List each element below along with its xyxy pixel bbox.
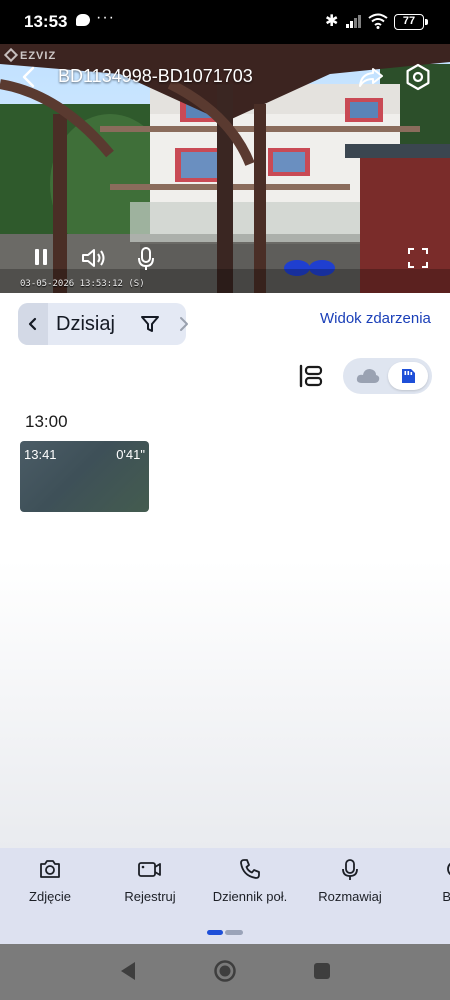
nav-back-icon[interactable]: [118, 960, 138, 982]
date-selector: Dzisiaj: [18, 303, 188, 345]
sd-card-icon: [402, 369, 415, 383]
content-background: [0, 560, 450, 848]
pause-icon[interactable]: [31, 246, 51, 268]
back-arrow-icon[interactable]: [18, 64, 40, 90]
call-log-button[interactable]: Dziennik poł.: [205, 848, 295, 928]
event-view-link[interactable]: Widok zdarzenia: [320, 310, 431, 327]
record-button[interactable]: Rejestruj: [110, 848, 190, 928]
wifi-icon: [368, 13, 388, 29]
hour-header: 13:00: [25, 412, 68, 431]
action-bar: Zdjęcie Rejestruj Dziennik poł. Rozmawia…: [0, 848, 450, 944]
video-record-icon: [138, 862, 161, 877]
page-dot-active: [207, 930, 223, 935]
fullscreen-icon[interactable]: [406, 246, 430, 270]
previous-day-button[interactable]: [18, 303, 48, 345]
recording-clip-thumbnail[interactable]: 13:41 0'41": [20, 441, 149, 512]
bluetooth-icon: ✱: [325, 13, 339, 30]
camera-icon: [40, 860, 60, 878]
clip-duration: 0'41": [116, 447, 145, 462]
lock-button[interactable]: Blok: [415, 848, 450, 928]
more-notifications-indicator: ···: [96, 9, 115, 26]
status-bar: 13:53 ··· ✱ 77: [0, 0, 450, 44]
page-indicator: [207, 930, 243, 935]
share-icon[interactable]: [357, 64, 385, 90]
snapshot-button[interactable]: Zdjęcie: [10, 848, 90, 928]
video-timestamp: 03-05-2026 13:53:12 (S): [20, 279, 145, 289]
toggle-thumb: [388, 362, 428, 390]
storage-source-toggle[interactable]: [343, 358, 432, 394]
device-title: BD1134998-BD1071703: [58, 66, 253, 86]
battery-indicator: 77: [394, 14, 428, 30]
microphone-icon[interactable]: [136, 246, 156, 272]
filter-icon[interactable]: [140, 314, 160, 334]
cloud-icon: [356, 369, 380, 383]
settings-gear-icon[interactable]: [404, 63, 432, 91]
lock-icon: [447, 862, 450, 876]
date-label[interactable]: Dzisiaj: [56, 313, 115, 336]
chevron-left-icon: [28, 317, 37, 331]
cellular-signal-icon: [346, 14, 362, 28]
chevron-right-icon[interactable]: [178, 316, 190, 332]
phone-icon: [240, 859, 260, 879]
talk-button[interactable]: Rozmawiaj: [310, 848, 390, 928]
clip-start-time: 13:41: [24, 447, 57, 462]
system-navigation-bar: [0, 944, 450, 1000]
microphone-icon: [342, 859, 358, 880]
status-time: 13:53: [24, 12, 68, 31]
message-notification-icon: [76, 14, 90, 26]
volume-icon[interactable]: [80, 246, 108, 270]
page-dot: [225, 930, 243, 935]
nav-recents-icon[interactable]: [313, 962, 331, 980]
brand-logo: EZVIZ: [3, 47, 56, 63]
list-view-icon[interactable]: [298, 364, 324, 388]
nav-home-icon[interactable]: [213, 959, 237, 983]
live-video-view[interactable]: EZVIZ BD1134998-BD1071703 03-05-2026 13:…: [0, 44, 450, 293]
